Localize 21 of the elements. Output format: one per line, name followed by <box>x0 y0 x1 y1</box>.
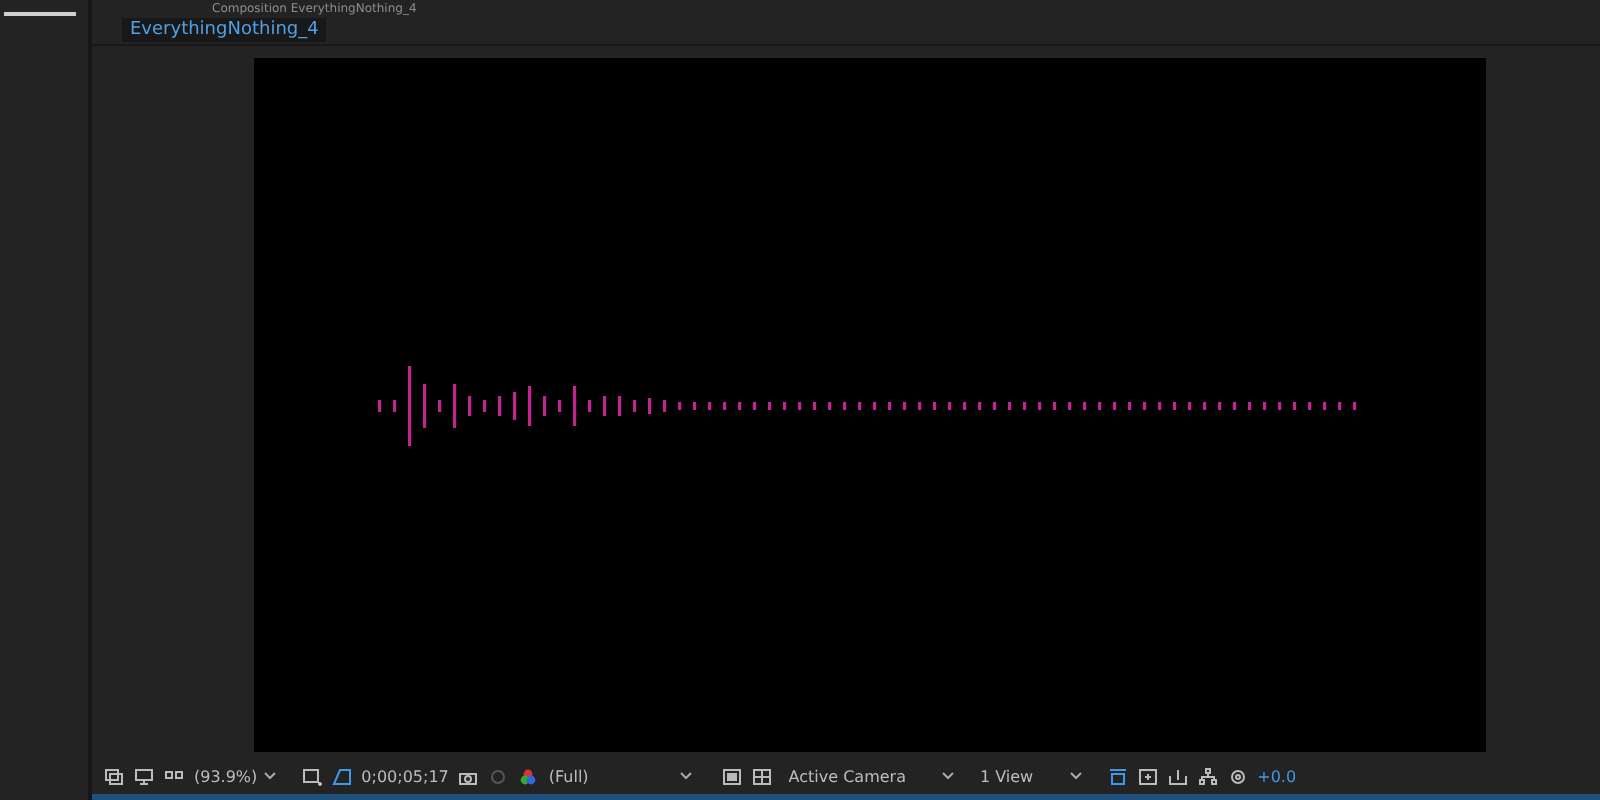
caret-icon <box>680 772 693 780</box>
region-icon[interactable] <box>301 767 322 785</box>
layers-icon[interactable] <box>104 767 124 785</box>
zoom-dropdown[interactable]: (93.9%) <box>194 767 292 785</box>
camera-icon[interactable] <box>458 767 479 785</box>
exposure-value[interactable]: +0.0 <box>1257 767 1297 785</box>
view-dropdown[interactable]: 1 View <box>979 767 1098 785</box>
caret-icon <box>941 772 954 780</box>
color-channels-icon[interactable] <box>518 767 539 785</box>
square-icon[interactable] <box>722 767 743 785</box>
frame-icon[interactable] <box>1107 767 1128 785</box>
camera-dropdown[interactable]: Active Camera <box>788 767 970 785</box>
caret-icon <box>1069 772 1082 780</box>
composition-tab[interactable]: EverythingNothing_4 <box>122 18 327 42</box>
timecode[interactable]: 0;00;05;17 <box>361 767 449 785</box>
monitor-icon[interactable] <box>134 767 154 785</box>
caret-icon <box>263 772 276 780</box>
resolution-dropdown[interactable]: (Full) <box>548 767 693 785</box>
grid-icon[interactable] <box>752 767 773 785</box>
settings-icon[interactable] <box>1227 767 1248 785</box>
flowchart-icon[interactable] <box>1197 767 1218 785</box>
